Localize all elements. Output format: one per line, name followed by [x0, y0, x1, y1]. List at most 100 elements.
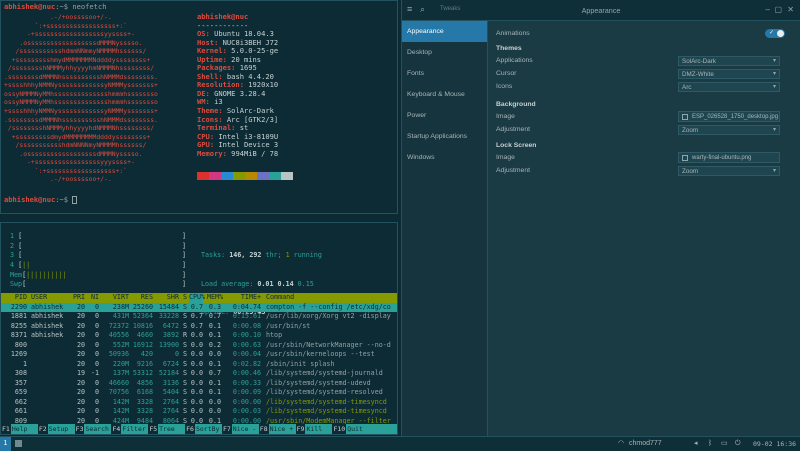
- fkey-label[interactable]: Quit: [346, 424, 397, 434]
- fkey-f4[interactable]: F4: [111, 424, 122, 434]
- maximize-icon[interactable]: ▢: [774, 5, 782, 14]
- network-name[interactable]: chmod777: [629, 439, 662, 449]
- lock-image-chooser[interactable]: warty-final-ubuntu.png: [678, 152, 780, 163]
- col-pid[interactable]: PID: [5, 293, 27, 303]
- cell-mem: 0.1: [208, 359, 221, 368]
- cell-cpu: 0.0: [190, 407, 203, 415]
- window-tile-icon[interactable]: [15, 440, 22, 447]
- fkey-f5[interactable]: F5: [148, 424, 159, 434]
- battery-icon[interactable]: ▭: [721, 439, 728, 449]
- cell-user: abhishek: [31, 331, 64, 339]
- col-mem[interactable]: MEM%: [207, 293, 223, 303]
- sidebar-item-fonts[interactable]: Fonts: [402, 63, 487, 84]
- process-row[interactable]: 8371 abhishek 20 0 40556 4660 3892 R 0.0 0.1 0:00.…: [1, 331, 397, 341]
- sidebar-item-power[interactable]: Power: [402, 105, 487, 126]
- cell-shr: 52184: [158, 369, 179, 377]
- cursor-theme-select[interactable]: DMZ-White ▾: [678, 69, 780, 79]
- fkey-label[interactable]: Kill: [305, 424, 333, 434]
- cell-pid: 1881: [10, 312, 27, 320]
- lock-adjustment-select[interactable]: Zoom ▾: [678, 166, 780, 176]
- process-row[interactable]: 1 20 0 220M 9216 6724 S 0.0 0.1 0:02.82/sbin/init…: [1, 360, 397, 370]
- col-user[interactable]: USER: [31, 293, 47, 303]
- fkey-label[interactable]: Search: [84, 424, 112, 434]
- process-row[interactable]: 357 20 0 46660 4856 3136 S 0.0 0.1 0:00.33/lib/sy…: [1, 379, 397, 389]
- cell-ni: 0: [94, 397, 99, 406]
- cpu-bracket: ]: [182, 260, 187, 269]
- fkey-f1[interactable]: F1: [1, 424, 11, 434]
- applications-theme-select[interactable]: SolArc-Dark ▾: [678, 56, 780, 66]
- bluetooth-icon[interactable]: ᛒ: [708, 439, 712, 449]
- cell-pri: 20: [76, 378, 85, 387]
- volume-icon[interactable]: ◂: [694, 439, 698, 449]
- fkey-f7[interactable]: F7: [221, 424, 232, 434]
- cell-cpu: 0.7: [190, 302, 203, 311]
- swp-meter: Swp[]: [10, 280, 187, 288]
- sidebar-item-startup-applications[interactable]: Startup Applications: [402, 126, 487, 147]
- fkey-label[interactable]: Nice +: [268, 424, 296, 434]
- sidebar-item-windows[interactable]: Windows: [402, 147, 487, 168]
- col-shr[interactable]: SHR: [157, 293, 179, 303]
- wifi-icon[interactable]: ◠: [618, 439, 624, 449]
- process-row[interactable]: 8255 abhishek 20 0 72372 10816 6472 S 0.7 0.1 0:00…: [1, 322, 397, 332]
- col-ni[interactable]: NI: [89, 293, 99, 303]
- col-command[interactable]: Command: [266, 293, 294, 303]
- process-row[interactable]: 800 20 0 552M 16912 13900 S 0.0 0.2 0:00.63/usr/s…: [1, 341, 397, 351]
- prompt-text: :~$: [55, 195, 69, 204]
- cell-shr: 3892: [162, 331, 179, 339]
- fkey-f9[interactable]: F9: [295, 424, 306, 434]
- fkey-label[interactable]: Help: [10, 424, 38, 434]
- close-icon[interactable]: ✕: [787, 5, 794, 14]
- workspace-button[interactable]: 1: [0, 437, 11, 451]
- cell-shr: 5404: [162, 388, 179, 396]
- fkey-f6[interactable]: F6: [185, 424, 195, 434]
- fkey-label[interactable]: Filter: [121, 424, 149, 434]
- prompt-line-2[interactable]: abhishek@nuc:~$: [4, 195, 78, 205]
- sidebar-item-appearance[interactable]: Appearance: [402, 21, 487, 42]
- col-pri[interactable]: PRI: [73, 293, 85, 303]
- process-row[interactable]: 1881 abhishek 20 0 431M 52364 33228 S 0.7 0.7 0:15…: [1, 312, 397, 322]
- cell-virt: 220M: [112, 359, 129, 368]
- col-time[interactable]: TIME+: [225, 293, 261, 303]
- animations-toggle[interactable]: ✓: [765, 29, 785, 38]
- process-table-header[interactable]: PID USER PRI NI VIRT RES SHR S CPU% MEM%…: [1, 293, 397, 303]
- col-s[interactable]: S: [183, 293, 187, 303]
- cell-mem: 0.0: [208, 407, 221, 415]
- process-row[interactable]: 661 20 0 142M 3328 2764 S 0.0 0.0 0:00.03/lib/sys…: [1, 407, 397, 417]
- minimize-icon[interactable]: –: [766, 5, 770, 14]
- col-res[interactable]: RES: [131, 293, 153, 303]
- sidebar-item-keyboard-mouse[interactable]: Keyboard & Mouse: [402, 84, 487, 105]
- process-row[interactable]: 1269 20 0 50936 420 0 S 0.0 0.0 0:00.04/usr/sbin/…: [1, 350, 397, 360]
- fkey-label[interactable]: Tree: [158, 424, 186, 434]
- cell-time: 0:04.74: [232, 302, 261, 311]
- cell-shr: 33228: [158, 312, 179, 320]
- sidebar-item-desktop[interactable]: Desktop: [402, 42, 487, 63]
- process-row[interactable]: 2290 abhishek 20 0 238M 25260 15484 S 0.7 0.3 0:04…: [1, 302, 397, 312]
- window-titlebar: ≡ ⌕ Tweaks Appearance – ▢ ✕: [402, 0, 800, 21]
- color-swatch: [209, 172, 221, 180]
- cpu-meter: 4 [||]: [10, 260, 187, 269]
- process-row[interactable]: 308 19 -1 137M 53312 52184 S 0.0 0.7 0:00.46/lib/…: [1, 369, 397, 379]
- fkey-f2[interactable]: F2: [37, 424, 48, 434]
- col-cpu[interactable]: CPU%: [189, 293, 205, 303]
- image-file-icon: [682, 114, 688, 120]
- power-icon[interactable]: ⏻: [735, 439, 741, 449]
- cell-pri: 20: [76, 321, 85, 330]
- fkey-label[interactable]: Setup: [47, 424, 75, 434]
- clock: 09-02 16:36: [753, 440, 797, 448]
- fkey-label[interactable]: Nice -: [231, 424, 259, 434]
- neofetch-terminal[interactable]: abhishek@nuc:~$ neofetch .-/+oossssoo+/-…: [0, 0, 398, 214]
- fkey-label[interactable]: SortBy: [194, 424, 222, 434]
- fkey-f10[interactable]: F10: [332, 424, 347, 434]
- process-row[interactable]: 662 20 0 142M 3328 2764 S 0.0 0.0 0:00.00/lib/sys…: [1, 398, 397, 408]
- ascii-line: +sssshhhyNMMNyssssssssssssyNMMMysssssss+: [4, 107, 158, 116]
- fkey-f3[interactable]: F3: [74, 424, 85, 434]
- htop-terminal[interactable]: 1 [] 2 [] 3 [] 4 [||] Mem[||||||||||] Swp[]…: [0, 222, 398, 435]
- bg-adjustment-select[interactable]: Zoom ▾: [678, 125, 780, 135]
- icons-theme-select[interactable]: Arc ▾: [678, 82, 780, 92]
- ascii-line: /ssssssssssshdmmNNmmyNMMMMhssssss/: [4, 47, 147, 56]
- bg-image-chooser[interactable]: ESP_026528_1750_desktop.jpg: [678, 111, 780, 122]
- cell-shr: 13900: [158, 340, 179, 349]
- fkey-f8[interactable]: F8: [258, 424, 269, 434]
- col-virt[interactable]: VIRT: [103, 293, 129, 303]
- process-row[interactable]: 659 20 0 70756 6168 5404 S 0.0 0.1 0:00.09/lib/sy…: [1, 388, 397, 398]
